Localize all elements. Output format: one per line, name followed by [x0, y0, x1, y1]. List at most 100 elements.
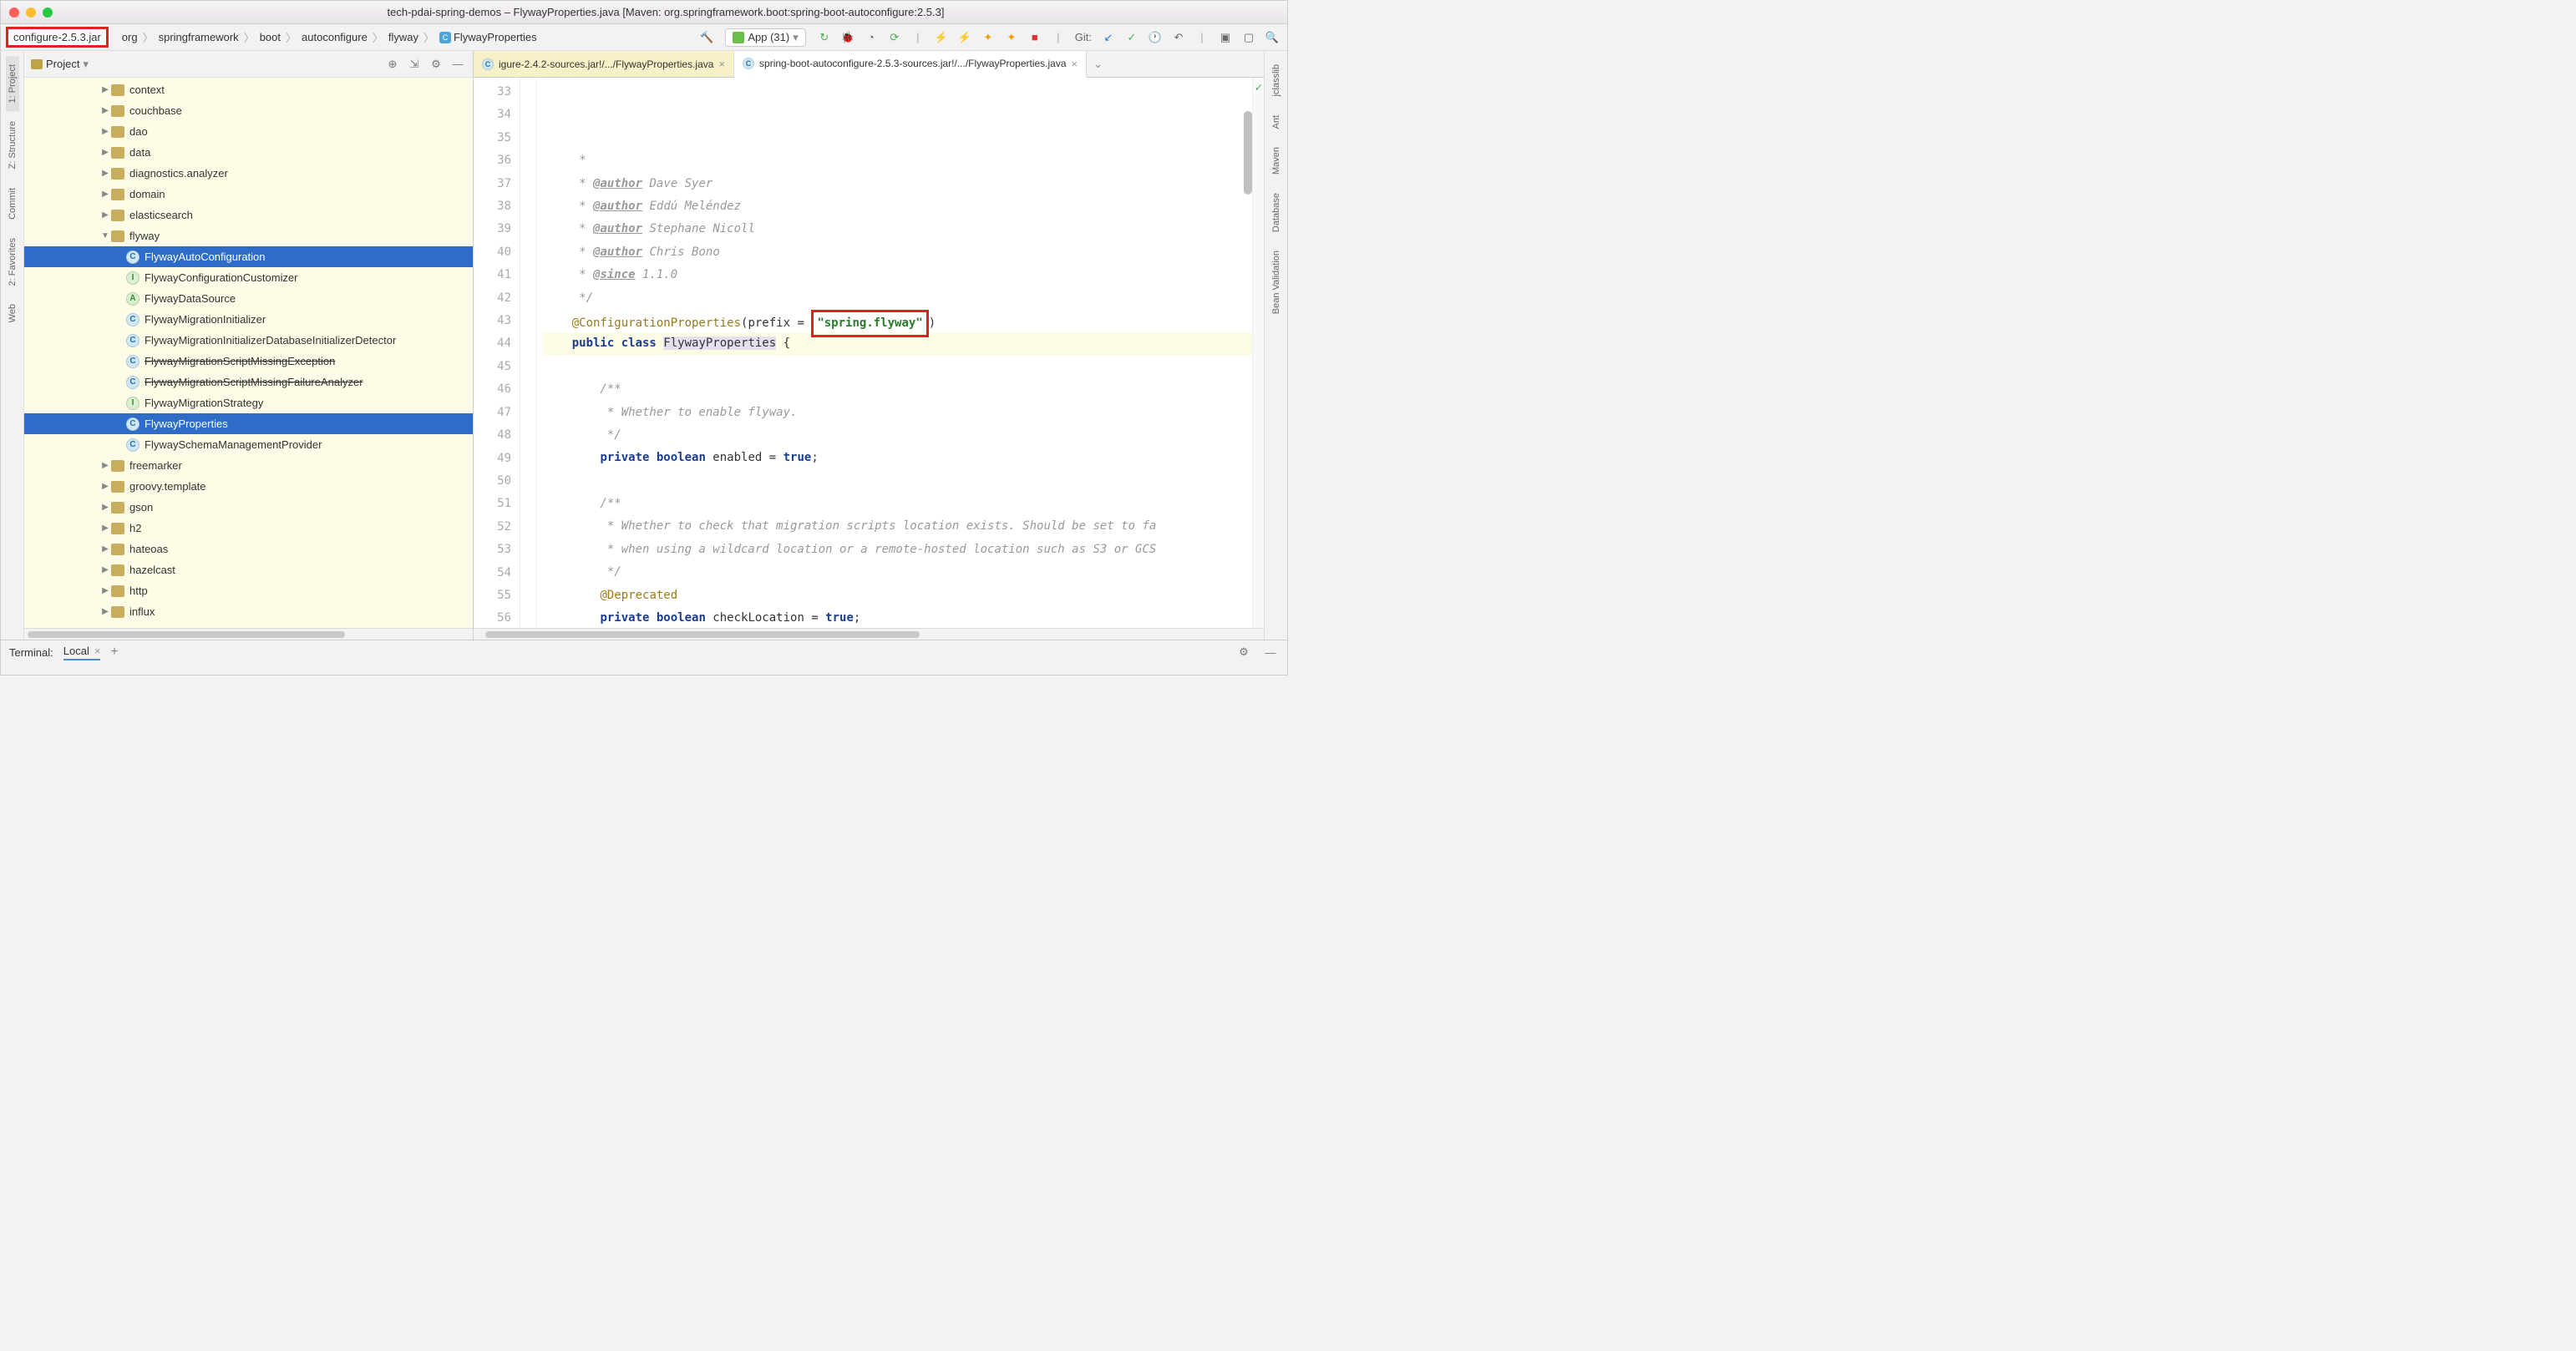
breadcrumb-item[interactable]: flyway: [385, 29, 422, 45]
rail-tab[interactable]: Z: Structure: [6, 113, 19, 177]
code-line[interactable]: * Whether to check that migration script…: [544, 515, 1252, 538]
code-line[interactable]: * @author Chris Bono: [544, 241, 1252, 264]
tree-folder-item[interactable]: ▶gson: [24, 497, 473, 518]
expand-arrow-icon[interactable]: ▶: [99, 106, 111, 115]
close-window-button[interactable]: [9, 8, 19, 18]
rail-tab[interactable]: jclasslib: [1270, 56, 1283, 105]
hide-icon[interactable]: —: [449, 56, 466, 73]
editor-tab[interactable]: Cigure-2.4.2-sources.jar!/.../FlywayProp…: [474, 51, 734, 77]
tree-class-item[interactable]: IFlywayMigrationStrategy: [24, 392, 473, 413]
expand-arrow-icon[interactable]: ▶: [99, 586, 111, 595]
code-line[interactable]: private boolean checkLocation = true;: [544, 607, 1252, 628]
code-line[interactable]: @ConfigurationProperties(prefix = "sprin…: [544, 310, 1252, 332]
tabs-dropdown-icon[interactable]: ⌄: [1087, 51, 1109, 77]
breadcrumb-item[interactable]: autoconfigure: [298, 29, 371, 45]
breadcrumb-item[interactable]: springframework: [155, 29, 242, 45]
tree-folder-item[interactable]: ▶freemarker: [24, 455, 473, 476]
tree-folder-item[interactable]: ▶http: [24, 580, 473, 601]
breadcrumb-item[interactable]: boot: [256, 29, 284, 45]
tree-class-item[interactable]: CFlywayMigrationInitializerDatabaseIniti…: [24, 330, 473, 351]
project-hscroll[interactable]: [24, 628, 473, 640]
expand-arrow-icon[interactable]: ▶: [99, 524, 111, 533]
editor-hscroll[interactable]: [474, 628, 1264, 640]
maximize-window-button[interactable]: [43, 8, 53, 18]
tree-class-item[interactable]: CFlywaySchemaManagementProvider: [24, 434, 473, 455]
expand-arrow-icon[interactable]: ▶: [99, 544, 111, 554]
code-line[interactable]: [544, 356, 1252, 378]
code-content[interactable]: * * @author Dave Syer * @author Eddú Mel…: [537, 78, 1252, 628]
code-line[interactable]: /**: [544, 378, 1252, 401]
code-line[interactable]: @Deprecated: [544, 584, 1252, 607]
tree-folder-item[interactable]: ▶hazelcast: [24, 559, 473, 580]
rail-tab[interactable]: Bean Validation: [1270, 242, 1283, 322]
editor-vscroll[interactable]: [1244, 111, 1252, 195]
attach-icon[interactable]: ⚡: [931, 28, 951, 48]
tree-class-item[interactable]: CFlywayMigrationInitializer: [24, 309, 473, 330]
expand-arrow-icon[interactable]: ▶: [99, 461, 111, 470]
tree-class-item[interactable]: CFlywayMigrationScriptMissingFailureAnal…: [24, 372, 473, 392]
breadcrumb-item[interactable]: CFlywayProperties: [436, 29, 540, 46]
code-line[interactable]: private boolean enabled = true;: [544, 447, 1252, 469]
code-line[interactable]: * @author Eddú Meléndez: [544, 195, 1252, 218]
tree-folder-item[interactable]: ▶data: [24, 142, 473, 163]
debug-icon[interactable]: 🐞: [838, 28, 858, 48]
expand-arrow-icon[interactable]: ▶: [99, 565, 111, 574]
code-line[interactable]: * when using a wildcard location or a re…: [544, 539, 1252, 561]
gear-icon[interactable]: ⚙: [1235, 644, 1252, 660]
code-line[interactable]: */: [544, 424, 1252, 447]
tree-class-item[interactable]: CFlywayMigrationScriptMissingException: [24, 351, 473, 372]
rail-tab[interactable]: 1: Project: [6, 56, 19, 111]
git-commit-icon[interactable]: ✓: [1122, 28, 1142, 48]
rail-tab[interactable]: Database: [1270, 185, 1283, 240]
toolbar-misc-icon[interactable]: ▣: [1215, 28, 1235, 48]
code-line[interactable]: */: [544, 287, 1252, 310]
tree-folder-item[interactable]: ▶influx: [24, 601, 473, 622]
rail-tab[interactable]: Web: [6, 296, 19, 331]
fold-gutter[interactable]: [520, 78, 537, 628]
tree-folder-item[interactable]: ▼flyway: [24, 225, 473, 246]
expand-arrow-icon[interactable]: ▶: [99, 169, 111, 178]
rail-tab[interactable]: Commit: [6, 180, 19, 228]
project-panel-title[interactable]: Project ▾: [31, 58, 89, 71]
tree-folder-item[interactable]: ▶hateoas: [24, 539, 473, 559]
marker-strip[interactable]: ✓: [1252, 78, 1264, 628]
collapse-icon[interactable]: ⇲: [406, 56, 423, 73]
build-icon[interactable]: 🔨: [697, 28, 717, 48]
tree-folder-item[interactable]: ▶domain: [24, 184, 473, 205]
coverage-icon[interactable]: ◔: [861, 28, 881, 48]
tree-folder-item[interactable]: ▶elasticsearch: [24, 205, 473, 225]
toolbar-misc2-icon[interactable]: ▢: [1239, 28, 1259, 48]
git-revert-icon[interactable]: ↶: [1169, 28, 1189, 48]
tree-class-item[interactable]: CFlywayProperties: [24, 413, 473, 434]
code-line[interactable]: * @author Stephane Nicoll: [544, 218, 1252, 240]
expand-arrow-icon[interactable]: ▶: [99, 190, 111, 199]
terminal-tab-local[interactable]: Local ×: [63, 645, 101, 660]
code-line[interactable]: *: [544, 149, 1252, 172]
tree-folder-item[interactable]: ▶couchbase: [24, 100, 473, 121]
rail-tab[interactable]: Maven: [1270, 139, 1283, 183]
reload-icon[interactable]: ✦: [1001, 28, 1022, 48]
close-icon[interactable]: ×: [94, 645, 101, 657]
editor-tab[interactable]: Cspring-boot-autoconfigure-2.5.3-sources…: [734, 51, 1087, 78]
git-history-icon[interactable]: 🕐: [1145, 28, 1165, 48]
hide-icon[interactable]: —: [1262, 644, 1279, 660]
tree-folder-item[interactable]: ▶context: [24, 79, 473, 100]
tree-class-item[interactable]: IFlywayConfigurationCustomizer: [24, 267, 473, 288]
tree-folder-item[interactable]: ▶groovy.template: [24, 476, 473, 497]
breadcrumb-item[interactable]: org: [119, 29, 141, 45]
gear-icon[interactable]: ⚙: [428, 56, 444, 73]
close-icon[interactable]: ×: [718, 58, 725, 70]
rail-tab[interactable]: Ant: [1270, 107, 1283, 138]
expand-arrow-icon[interactable]: ▶: [99, 503, 111, 512]
code-editor[interactable]: 3334353637383940414243444546474849505152…: [474, 78, 1264, 628]
expand-arrow-icon[interactable]: ▶: [99, 482, 111, 491]
expand-arrow-icon[interactable]: ▶: [99, 607, 111, 616]
tree-folder-item[interactable]: ▶h2: [24, 518, 473, 539]
select-icon[interactable]: ⚡: [955, 28, 975, 48]
expand-arrow-icon[interactable]: ▼: [99, 231, 111, 240]
git-update-icon[interactable]: ↙: [1098, 28, 1118, 48]
tree-class-item[interactable]: CFlywayAutoConfiguration: [24, 246, 473, 267]
code-line[interactable]: [544, 470, 1252, 493]
code-line[interactable]: * @author Dave Syer: [544, 173, 1252, 195]
run-icon[interactable]: ↻: [814, 28, 834, 48]
